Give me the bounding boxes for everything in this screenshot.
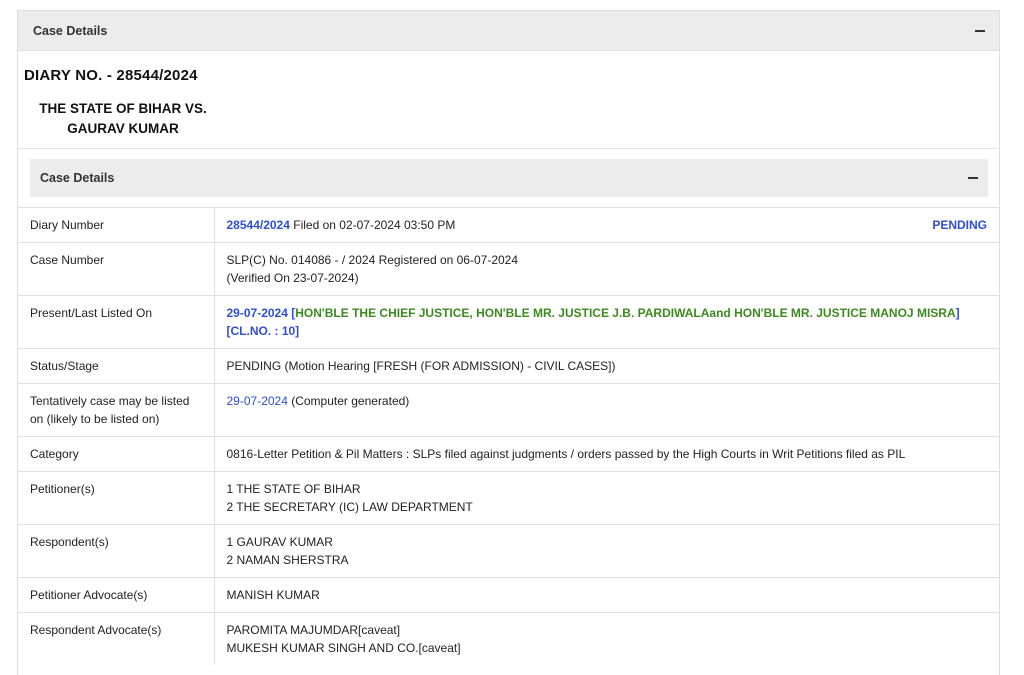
bracket: ] [955,306,960,320]
respondent-2: 2 NAMAN SHERSTRA [226,553,349,567]
row-label: Petitioner Advocate(s) [18,577,215,613]
row-label: Case Number [18,242,215,296]
listed-date: 29-07-2024 [226,306,288,320]
status-badge: PENDING [932,218,987,232]
petitioner-1: 1 THE STATE OF BIHAR [226,482,361,496]
table-row: Respondent(s) 1 GAURAV KUMAR 2 NAMAN SHE… [18,524,999,578]
filed-text: Filed on 02-07-2024 03:50 PM [289,218,456,232]
row-value: 1 THE STATE OF BIHAR 2 THE SECRETARY (IC… [214,471,999,525]
divider [18,148,999,149]
table-row: Petitioner(s) 1 THE STATE OF BIHAR 2 THE… [18,471,999,525]
table-row: Diary Number PENDING 28544/2024 Filed on… [18,207,999,243]
row-value: PAROMITA MAJUMDAR[caveat] MUKESH KUMAR S… [214,612,999,665]
collapse-icon[interactable] [968,177,978,179]
panel-title: Case Details [33,23,108,38]
table-row: Tentatively case may be listed on (likel… [18,383,999,437]
row-label: Petitioner(s) [18,471,215,525]
petitioner-2: 2 THE SECRETARY (IC) LAW DEPARTMENT [226,500,473,514]
bench-text: HON'BLE THE CHIEF JUSTICE, HON'BLE MR. J… [295,306,956,320]
row-label: Tentatively case may be listed on (likel… [18,383,215,437]
row-label: Diary Number [18,207,215,243]
table-row: Case Number SLP(C) No. 014086 - / 2024 R… [18,242,999,296]
row-label: Respondent Advocate(s) [18,612,215,665]
cause-list-number: [CL.NO. : 10] [226,324,300,338]
row-value: 29-07-2024 [HON'BLE THE CHIEF JUSTICE, H… [214,295,999,349]
diary-number-link[interactable]: 28544/2024 [227,218,290,232]
petitioner-advocate: MANISH KUMAR [214,577,999,613]
respondent-advocate-2: MUKESH KUMAR SINGH AND CO.[caveat] [226,641,461,655]
case-details-panel-header[interactable]: Case Details [18,11,999,51]
verified-text: (Verified On 23-07-2024) [226,271,359,285]
row-value: SLP(C) No. 014086 - / 2024 Registered on… [214,242,999,296]
row-label: Category [18,436,215,472]
table-row: Status/Stage PENDING (Motion Hearing [FR… [18,348,999,384]
diary-title: DIARY NO. - 28544/2024 [24,67,198,84]
respondent-1: 1 GAURAV KUMAR [226,535,333,549]
table-row: Petitioner Advocate(s) MANISH KUMAR [18,577,999,613]
inner-case-details-header[interactable]: Case Details [30,159,988,197]
parties-line-1: THE STATE OF BIHAR VS. [39,101,207,116]
parties-line-2: GAURAV KUMAR [67,121,179,136]
tentative-note: (Computer generated) [287,394,410,408]
category-value: 0816-Letter Petition & Pil Matters : SLP… [214,436,999,472]
row-value: PENDING 28544/2024 Filed on 02-07-2024 0… [214,207,999,243]
parties-title: THE STATE OF BIHAR VS. GAURAV KUMAR [28,99,218,139]
status-stage-value: PENDING (Motion Hearing [FRESH (FOR ADMI… [214,348,999,384]
collapse-icon[interactable] [975,29,985,32]
row-value: 1 GAURAV KUMAR 2 NAMAN SHERSTRA [214,524,999,578]
row-value: 29-07-2024 (Computer generated) [214,383,999,437]
inner-panel-title: Case Details [40,171,115,185]
table-row: Category 0816-Letter Petition & Pil Matt… [18,436,999,472]
case-details-panel: Case Details DIARY NO. - 28544/2024 THE … [17,10,1000,675]
table-row: Respondent Advocate(s) PAROMITA MAJUMDAR… [18,612,999,665]
row-label: Present/Last Listed On [18,295,215,349]
row-label: Respondent(s) [18,524,215,578]
respondent-advocate-1: PAROMITA MAJUMDAR[caveat] [226,623,401,637]
row-label: Status/Stage [18,348,215,384]
case-details-table: Diary Number PENDING 28544/2024 Filed on… [18,207,999,665]
tentative-date: 29-07-2024 [226,394,288,408]
case-number-text: SLP(C) No. 014086 - / 2024 Registered on… [226,253,519,267]
table-row: Present/Last Listed On 29-07-2024 [HON'B… [18,295,999,349]
